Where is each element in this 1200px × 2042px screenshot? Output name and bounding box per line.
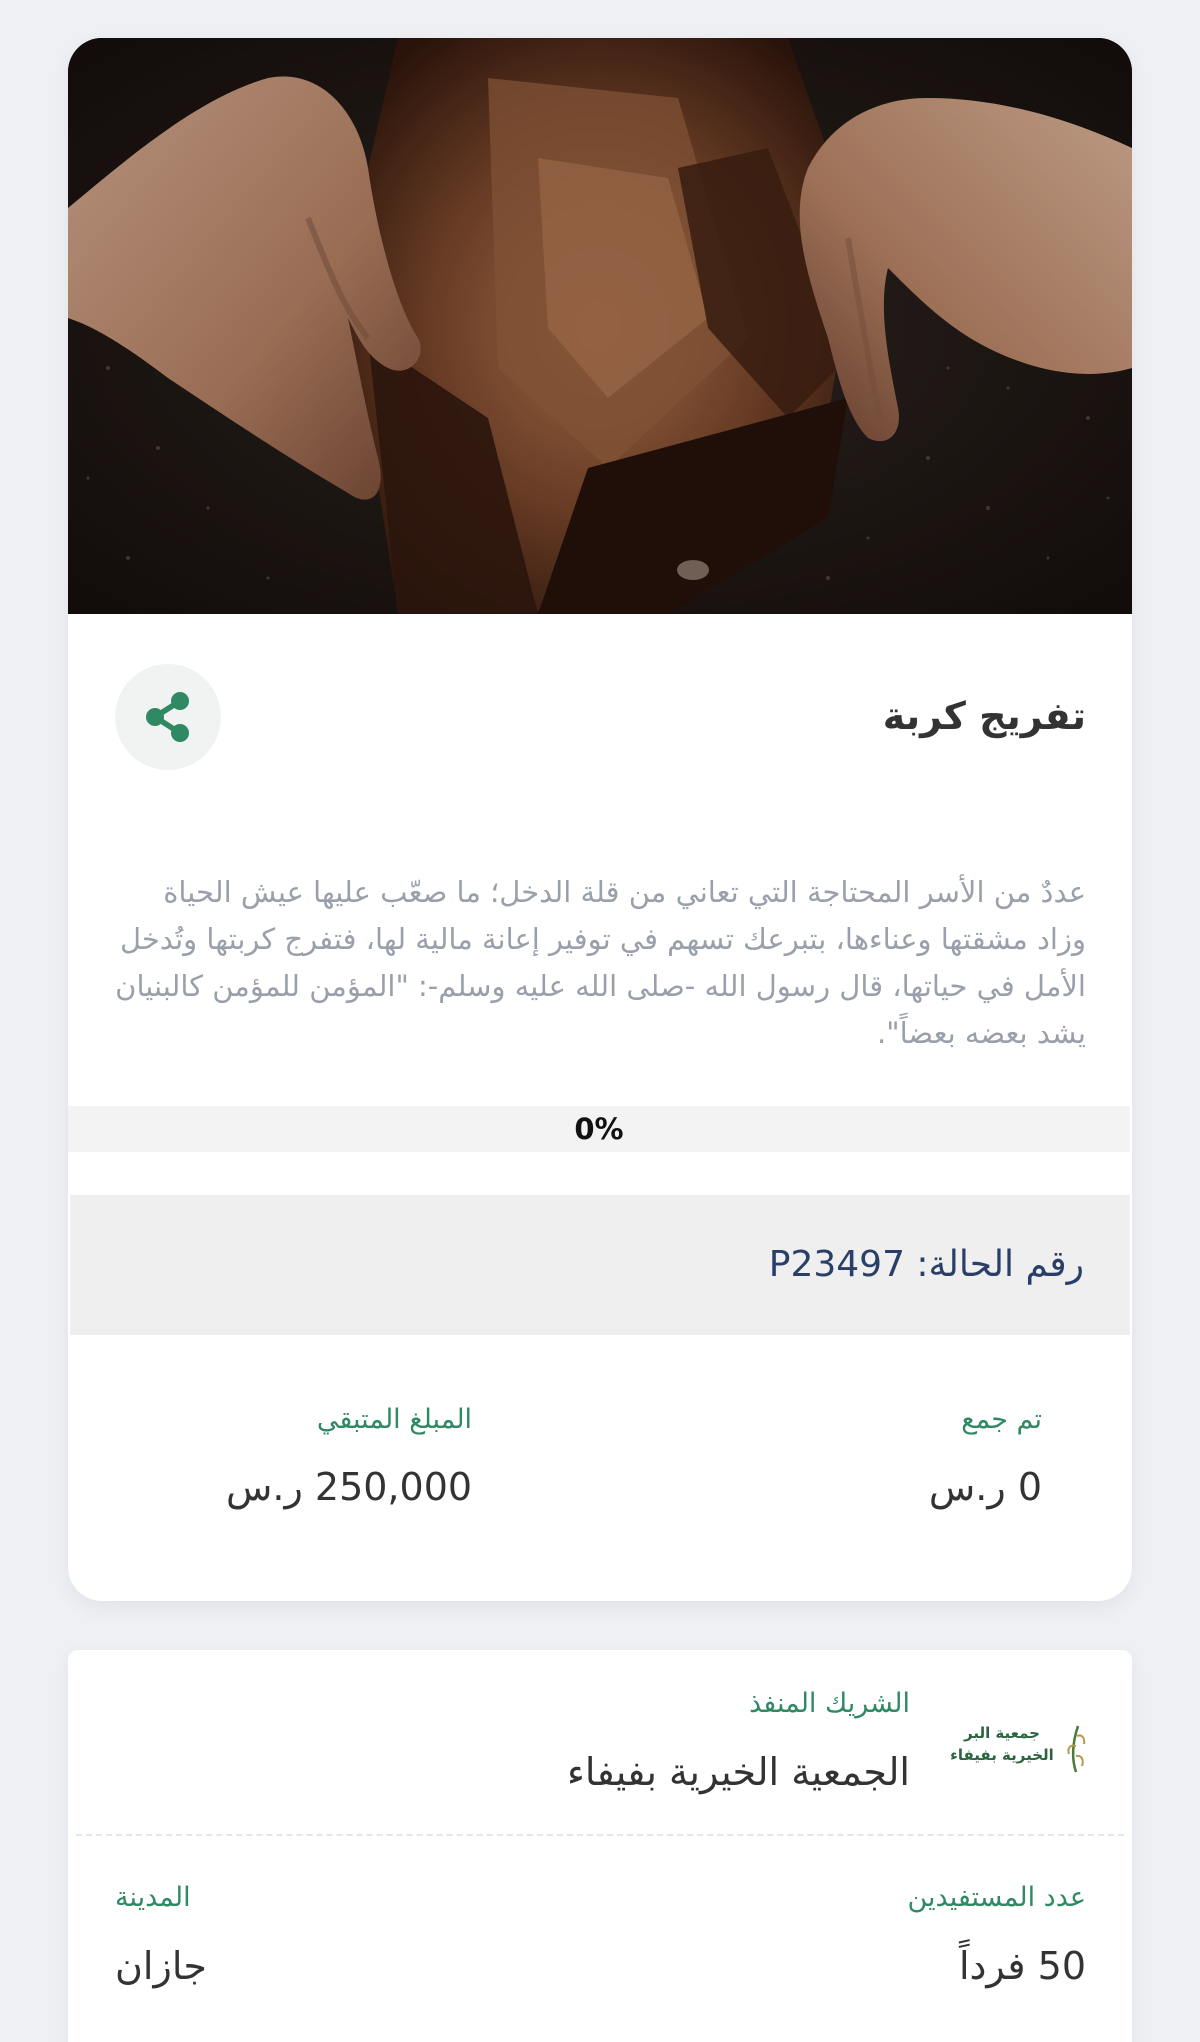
collected-amount: تم جمع 0 ر.س: [929, 1404, 1042, 1509]
remaining-value: 250,000 ر.س: [226, 1465, 473, 1509]
partner-name: الجمعية الخيرية بفيفاء: [567, 1750, 910, 1794]
progress-percent: 0%: [574, 1112, 624, 1146]
collected-value: 0 ر.س: [928, 1465, 1042, 1509]
campaign-image: [68, 38, 1132, 614]
beneficiaries-label: عدد المستفيدين: [907, 1882, 1086, 1913]
share-button[interactable]: [115, 664, 221, 770]
case-number: رقم الحالة: P23497: [768, 1244, 1084, 1285]
remaining-amount: المبلغ المتبقي 250,000 ر.س: [226, 1404, 472, 1509]
partner-logo-text: جمعية البر الخيرية بفيفاء: [950, 1724, 1054, 1764]
divider: [76, 1834, 1124, 1836]
campaign-card[interactable]: تفريج كربة عددٌ من الأسر المحتاجة التي ت…: [68, 38, 1132, 1601]
partner-card: جمعية البر الخيرية بفيفاء الشريك المنفذ …: [68, 1650, 1132, 2042]
case-number-bar: رقم الحالة: P23497: [70, 1195, 1130, 1335]
city-value: جازان: [115, 1944, 207, 1988]
palm-leaf-icon: [1067, 1725, 1086, 1773]
campaign-title: تفريج كربة: [882, 694, 1086, 738]
city-label: المدينة: [115, 1882, 191, 1913]
title-row: تفريج كربة: [68, 650, 1132, 790]
remaining-label: المبلغ المتبقي: [316, 1404, 473, 1435]
collected-label: تم جمع: [961, 1404, 1042, 1435]
share-icon: [146, 692, 189, 742]
donation-progress-bar: 0%: [68, 1106, 1130, 1152]
page: تفريج كربة عددٌ من الأسر المحتاجة التي ت…: [0, 0, 1200, 2042]
campaign-description: عددٌ من الأسر المحتاجة التي تعاني من قلة…: [115, 875, 1086, 1050]
partner-logo: جمعية البر الخيرية بفيفاء: [940, 1716, 1088, 1786]
partner-label: الشريك المنفذ: [749, 1688, 910, 1719]
beneficiaries-value: 50 فرداً: [958, 1944, 1086, 1988]
